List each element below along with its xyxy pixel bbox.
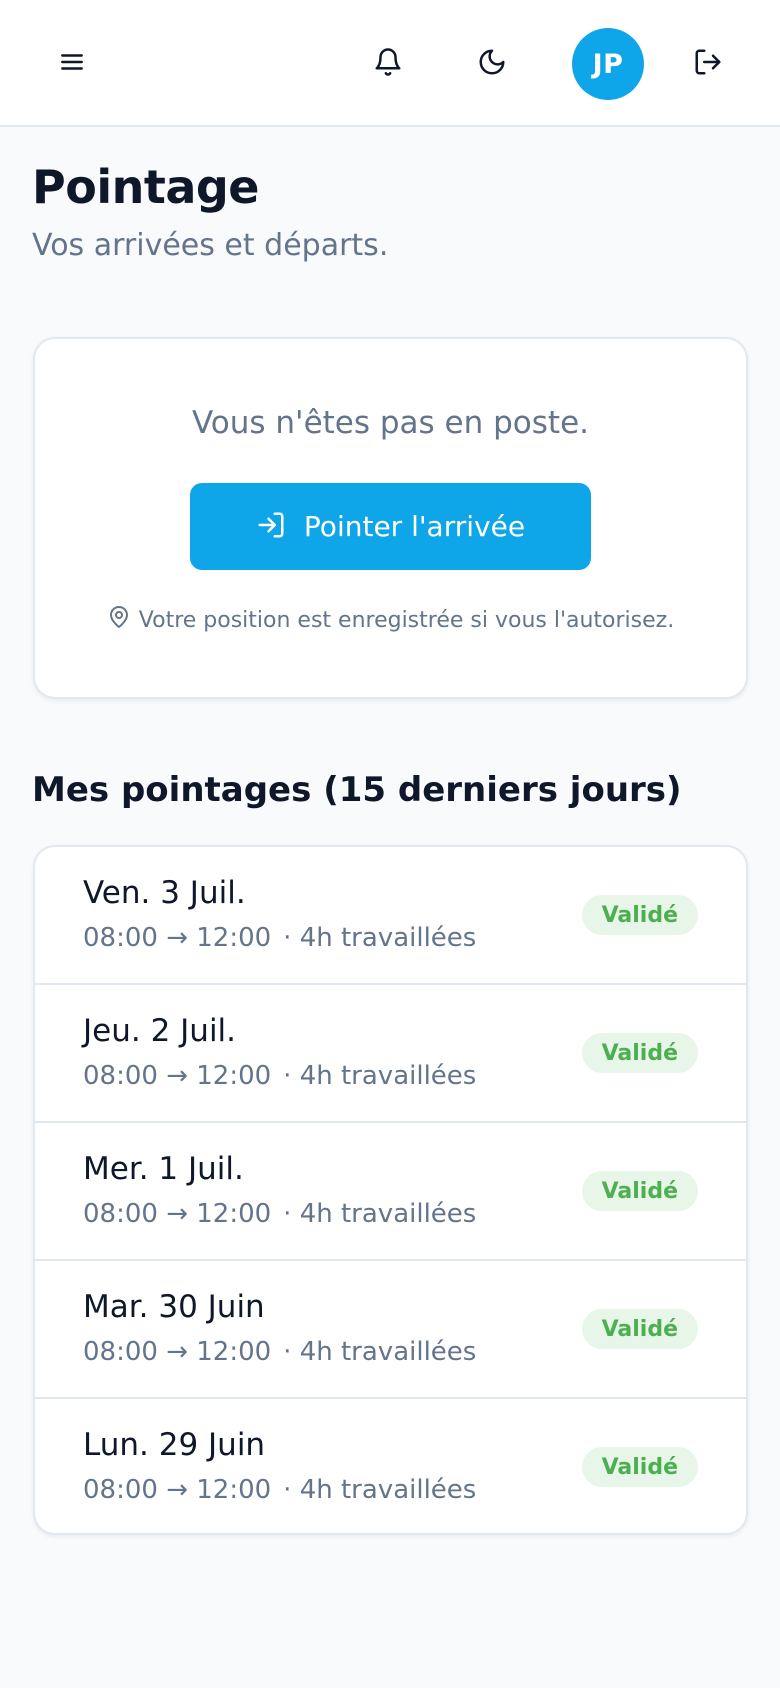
menu-icon bbox=[59, 49, 85, 75]
row-date: Mar. 30 Juin bbox=[83, 1289, 265, 1325]
row-date: Ven. 3 Juil. bbox=[83, 875, 246, 911]
status-badge: Validé bbox=[581, 1447, 698, 1487]
top-bar: JP bbox=[0, 0, 780, 127]
row-worked: · 4h travaillées bbox=[283, 1061, 477, 1091]
row-date: Mer. 1 Juil. bbox=[83, 1151, 244, 1187]
page-subtitle: Vos arrivées et départs. bbox=[32, 228, 389, 263]
clock-in-button[interactable]: Pointer l'arrivée bbox=[190, 483, 591, 570]
row-times: 08:00 → 12:00 bbox=[83, 1199, 272, 1229]
login-icon bbox=[256, 510, 286, 544]
work-status-text: Vous n'êtes pas en poste. bbox=[191, 405, 590, 441]
map-pin-icon bbox=[107, 605, 131, 635]
moon-icon bbox=[477, 47, 507, 77]
clock-in-card: Vous n'êtes pas en poste. Pointer l'arri… bbox=[33, 337, 748, 699]
page-title: Pointage bbox=[32, 160, 260, 214]
geolocation-note: Votre position est enregistrée si vous l… bbox=[35, 605, 746, 635]
row-detail: 08:00 → 12:00 · 4h travaillées bbox=[83, 1475, 476, 1505]
row-date: Lun. 29 Juin bbox=[83, 1427, 266, 1463]
row-times: 08:00 → 12:00 bbox=[83, 1475, 272, 1505]
geolocation-note-text: Votre position est enregistrée si vous l… bbox=[138, 607, 675, 633]
menu-button[interactable] bbox=[42, 32, 102, 92]
status-badge: Validé bbox=[581, 1171, 698, 1211]
status-badge: Validé bbox=[581, 1033, 698, 1073]
status-badge: Validé bbox=[581, 895, 698, 935]
row-times: 08:00 → 12:00 bbox=[83, 923, 272, 953]
status-badge: Validé bbox=[581, 1309, 698, 1349]
row-date: Jeu. 2 Juil. bbox=[83, 1013, 237, 1049]
bell-icon bbox=[373, 47, 403, 77]
row-times: 08:00 → 12:00 bbox=[83, 1337, 272, 1367]
history-row: Lun. 29 Juin 08:00 → 12:00 · 4h travaillé… bbox=[35, 1399, 746, 1533]
row-detail: 08:00 → 12:00 · 4h travaillées bbox=[83, 1199, 476, 1229]
notifications-button[interactable] bbox=[358, 32, 418, 92]
row-detail: 08:00 → 12:00 · 4h travaillées bbox=[83, 1337, 476, 1367]
history-row: Ven. 3 Juil. 08:00 → 12:00 · 4h travaillé… bbox=[35, 847, 746, 985]
row-worked: · 4h travaillées bbox=[283, 1337, 477, 1367]
avatar[interactable]: JP bbox=[572, 28, 644, 100]
history-row: Jeu. 2 Juil. 08:00 → 12:00 · 4h travaillé… bbox=[35, 985, 746, 1123]
history-title: Mes pointages (15 derniers jours) bbox=[32, 770, 682, 810]
history-list: Ven. 3 Juil. 08:00 → 12:00 · 4h travaillé… bbox=[33, 845, 748, 1535]
logout-icon bbox=[693, 47, 723, 77]
row-times: 08:00 → 12:00 bbox=[83, 1061, 272, 1091]
history-row: Mer. 1 Juil. 08:00 → 12:00 · 4h travaillé… bbox=[35, 1123, 746, 1261]
history-row: Mar. 30 Juin 08:00 → 12:00 · 4h travaillé… bbox=[35, 1261, 746, 1399]
row-worked: · 4h travaillées bbox=[283, 923, 477, 953]
theme-toggle-button[interactable] bbox=[462, 32, 522, 92]
row-detail: 08:00 → 12:00 · 4h travaillées bbox=[83, 1061, 476, 1091]
logout-button[interactable] bbox=[678, 32, 738, 92]
row-worked: · 4h travaillées bbox=[283, 1199, 477, 1229]
row-worked: · 4h travaillées bbox=[283, 1475, 477, 1505]
clock-in-button-label: Pointer l'arrivée bbox=[303, 510, 526, 543]
row-detail: 08:00 → 12:00 · 4h travaillées bbox=[83, 923, 476, 953]
